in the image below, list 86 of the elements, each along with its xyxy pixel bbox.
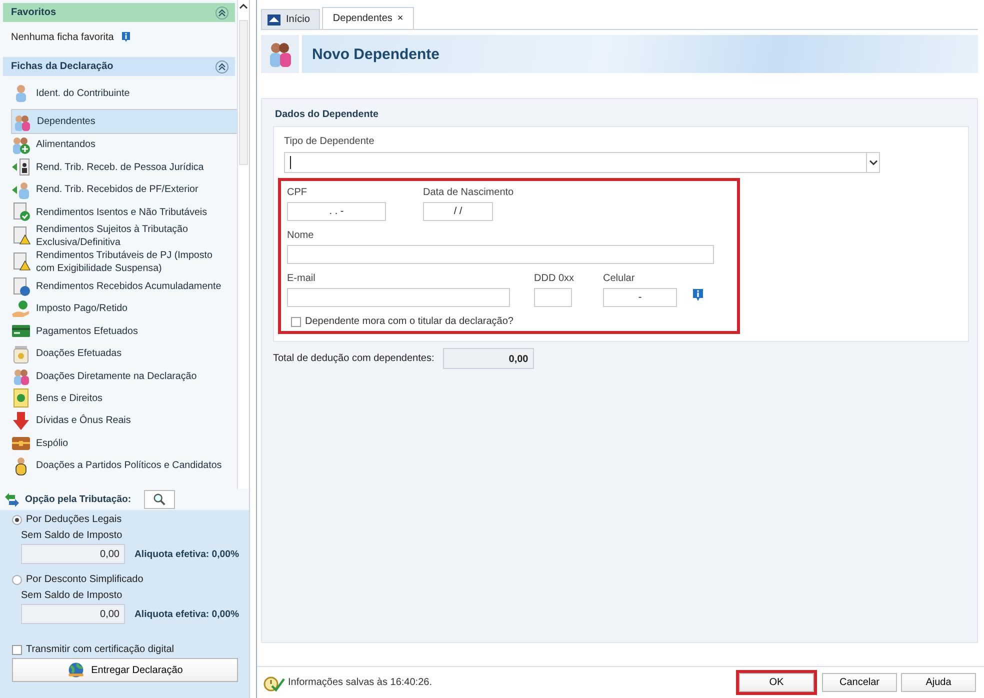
section-title: Fichas da Declaração: [11, 61, 114, 72]
total-field: 0,00: [443, 348, 534, 369]
effective-rate-text: Aliquota efetiva: 0,00%: [134, 548, 239, 560]
amount-field: 0,00: [21, 544, 124, 564]
sidebar-item[interactable]: Rend. Trib. Receb. de Pessoa Jurídica: [11, 156, 230, 179]
field-label: Data de Nascimento: [423, 187, 514, 198]
phone-field[interactable]: -: [603, 288, 678, 307]
field-label: Tipo de Dependente: [284, 136, 376, 147]
scrollbar[interactable]: [237, 0, 249, 489]
scroll-thumb[interactable]: [239, 20, 248, 165]
document-check-icon: [11, 202, 31, 222]
cpf-field[interactable]: . . -: [287, 202, 386, 221]
taxation-option-label: Opção pela Tributação:: [25, 494, 132, 505]
checkbox-label[interactable]: Transmitir com certificação digital: [26, 644, 174, 655]
favorites-header[interactable]: Favoritos: [3, 3, 235, 22]
sidebar-item[interactable]: Doações Diretamente na Declaração: [11, 364, 230, 388]
balance-label: Sem Saldo de Imposto: [21, 590, 124, 601]
dialog-button[interactable]: Cancelar: [822, 673, 897, 692]
document-warning-icon: [11, 226, 31, 246]
submit-button[interactable]: Entregar Declaração: [12, 658, 238, 682]
date-field[interactable]: / /: [423, 202, 493, 221]
tab[interactable]: Dependentes ×: [322, 7, 414, 29]
globe-icon: [67, 661, 86, 679]
radio-label[interactable]: Por Deduções Legais: [26, 514, 122, 525]
home-icon: [267, 14, 281, 26]
sidebar-item[interactable]: Dívidas e Ônus Reais: [11, 410, 230, 432]
dialog-button[interactable]: Ajuda: [901, 673, 976, 692]
arrow-document-icon: [11, 157, 31, 178]
sidebar-item[interactable]: Pagamentos Efetuados: [11, 320, 230, 343]
document-warning-icon: [11, 252, 31, 272]
info-icon[interactable]: [120, 31, 131, 43]
status-text: Informações salvas às 16:40:26.: [288, 677, 432, 688]
swap-arrows-icon: [4, 492, 20, 508]
radio-button[interactable]: [12, 514, 22, 524]
sidebar-item[interactable]: Ident. do Contribuinte: [11, 82, 230, 104]
sidebar-item[interactable]: Dependentes: [11, 109, 237, 134]
arrow-person-icon: [11, 180, 31, 200]
sidebar-item[interactable]: Rendimentos Tributáveis de PJ (Imposto com Exigibilidade Suspensa): [11, 249, 230, 276]
sidebar-item[interactable]: Bens e Direitos: [11, 387, 230, 410]
checkbox[interactable]: [12, 644, 22, 654]
people-icon: [268, 40, 292, 68]
name-field[interactable]: [287, 245, 714, 264]
amount-field: 0,00: [21, 604, 124, 624]
people-add-icon: [11, 134, 31, 155]
effective-rate-text: Aliquota efetiva: 0,00%: [134, 608, 239, 620]
empty-favorites-text: Nenhuma ficha favorita: [11, 32, 114, 42]
jar-icon: [11, 344, 31, 364]
total-label: Total de dedução com dependentes:: [273, 353, 434, 364]
radio-label[interactable]: Por Desconto Simplificado: [26, 574, 144, 585]
dropdown-button[interactable]: [866, 153, 879, 172]
coin-hand-icon: [11, 298, 31, 319]
search-button[interactable]: [144, 490, 176, 509]
chevron-down-icon: [868, 159, 878, 166]
radio-button[interactable]: [12, 574, 22, 584]
field-label: DDD 0xx: [534, 273, 574, 284]
sidebar-item[interactable]: Doações a Partidos Políticos e Candidatos: [11, 454, 230, 477]
email-field[interactable]: [287, 288, 510, 307]
field-label: CPF: [287, 187, 308, 198]
sidebar-item[interactable]: Rendimentos Isentos e Não Tributáveis: [11, 200, 230, 224]
checkbox-label[interactable]: Dependente mora com o titular da declaração?: [305, 316, 514, 327]
sidebar-item[interactable]: Rend. Trib. Recebidos de PF/Exterior: [11, 178, 230, 201]
info-icon[interactable]: [692, 288, 704, 302]
dialog-button[interactable]: OK: [739, 673, 814, 692]
field-label: Nome: [287, 230, 315, 241]
sidebar-item[interactable]: Doações Efetuadas: [11, 342, 230, 365]
sidebar-item[interactable]: Rendimentos Recebidos Acumuladamente: [11, 275, 230, 298]
sidebar-item[interactable]: Rendimentos Sujeitos à Tributação Exclusiva/Definitiva: [11, 223, 230, 250]
arrow-down-icon: [11, 410, 31, 431]
field-label: Celular: [603, 273, 636, 284]
field-label: E-mail: [287, 273, 316, 284]
tab[interactable]: Início: [261, 9, 320, 29]
sidebar-item[interactable]: Espólio: [11, 432, 230, 454]
collapse-icon[interactable]: [215, 60, 229, 74]
checkbox[interactable]: [291, 316, 301, 326]
section-title: Dados do Dependente: [275, 109, 380, 120]
collapse-icon[interactable]: [215, 6, 229, 20]
favorites-title: Favoritos: [11, 7, 56, 18]
scroll-up-icon[interactable]: [239, 3, 248, 10]
search-icon: [153, 493, 166, 506]
balance-label: Sem Saldo de Imposto: [21, 530, 124, 541]
area-code-field[interactable]: [534, 288, 572, 307]
sidebar-item[interactable]: Alimentandos: [11, 134, 230, 156]
sidebar-item[interactable]: Imposto Pago/Retido: [11, 298, 230, 320]
section-header[interactable]: Fichas da Declaração: [3, 57, 235, 76]
close-tab-button[interactable]: ×: [397, 13, 404, 24]
page-title: Novo Dependente: [312, 46, 440, 62]
